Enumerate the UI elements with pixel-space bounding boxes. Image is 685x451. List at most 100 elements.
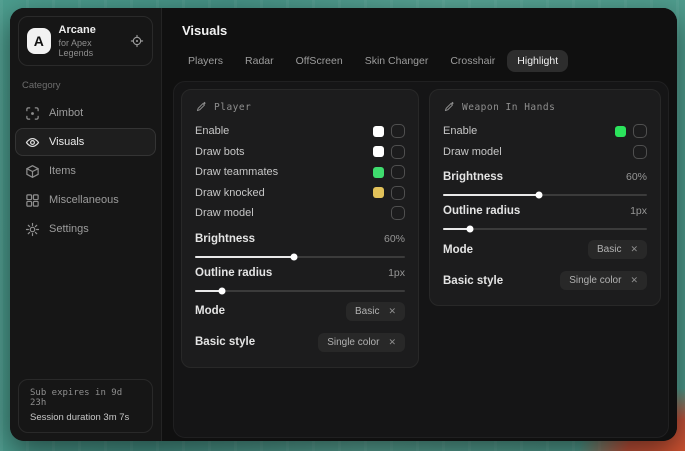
sidebar-item-label: Visuals xyxy=(49,136,84,148)
setting-row-mode: ModeBasic✕ xyxy=(195,300,405,323)
close-icon[interactable]: ✕ xyxy=(388,338,396,347)
slider-value: 1px xyxy=(388,267,405,279)
session-duration-text: Session duration 3m 7s xyxy=(30,412,141,423)
slider-label: Brightness xyxy=(443,171,503,183)
select-label: Basic style xyxy=(443,275,503,287)
setting-row-mode: Mode Basic✕ xyxy=(443,238,647,261)
select-mode[interactable]: Basic✕ xyxy=(346,302,405,321)
checkbox[interactable] xyxy=(391,206,405,220)
desktop-background: A Arcane for Apex Legends Category Aimbo… xyxy=(0,0,685,451)
color-swatch[interactable] xyxy=(373,187,384,198)
slider-fill xyxy=(195,256,294,258)
select-basic-style[interactable]: Single color ✕ xyxy=(560,271,647,290)
select-label: Mode xyxy=(443,244,473,256)
grid-icon xyxy=(25,193,40,208)
slider[interactable] xyxy=(443,194,647,196)
setting-label: Enable xyxy=(195,125,229,137)
setting-row-enable: Enable xyxy=(443,121,647,142)
setting-row-brightness: Brightness60% xyxy=(195,231,405,258)
eye-icon xyxy=(25,135,40,150)
select-basic-style[interactable]: Single color ✕ xyxy=(318,333,405,352)
tab-radar[interactable]: Radar xyxy=(235,50,284,72)
checkbox[interactable] xyxy=(391,165,405,179)
gear-icon xyxy=(25,222,40,237)
slider-value: 1px xyxy=(630,205,647,217)
close-icon[interactable]: ✕ xyxy=(388,307,396,316)
checkbox[interactable] xyxy=(391,186,405,200)
checkbox[interactable] xyxy=(391,145,405,159)
slider-thumb[interactable] xyxy=(535,192,542,199)
panel-title: Weapon In Hands xyxy=(462,102,555,113)
setting-label: Enable xyxy=(443,125,477,137)
panel-title: Player xyxy=(214,102,251,113)
slider[interactable] xyxy=(195,256,405,258)
content-container: PlayerEnableDraw botsDraw teammatesDraw … xyxy=(173,81,669,438)
setting-row-basic-style: Basic style Single color ✕ xyxy=(195,331,405,354)
select-value: Single color xyxy=(327,337,379,348)
wand-icon xyxy=(443,101,455,113)
color-swatch[interactable] xyxy=(373,126,384,137)
select-label: Basic style xyxy=(195,336,255,348)
sub-expiry-text: Sub expires in 9d 23h xyxy=(30,388,141,408)
subscription-card: Sub expires in 9d 23h Session duration 3… xyxy=(18,379,153,433)
select-value: Single color xyxy=(569,275,621,286)
setting-label: Draw teammates xyxy=(195,166,278,178)
setting-label: Draw model xyxy=(443,146,502,158)
setting-row-draw-knocked: Draw knocked xyxy=(195,183,405,204)
setting-row-basic-style: Basic style Single color ✕ xyxy=(443,269,647,292)
checkbox[interactable] xyxy=(391,124,405,138)
slider-label: Brightness xyxy=(195,233,255,245)
slider-label: Outline radius xyxy=(443,205,520,217)
sidebar-nav: Aimbot Visuals Items Miscellaneous Settings xyxy=(10,99,161,243)
slider-thumb[interactable] xyxy=(219,287,226,294)
close-icon[interactable]: ✕ xyxy=(630,245,638,254)
color-swatch[interactable] xyxy=(615,126,626,137)
setting-row-brightness: Brightness 60% xyxy=(443,169,647,196)
color-swatch[interactable] xyxy=(373,167,384,178)
slider-header: Brightness60% xyxy=(195,231,405,247)
tab-players[interactable]: Players xyxy=(178,50,233,72)
slider-header: Outline radius1px xyxy=(195,265,405,281)
sidebar-item-miscellaneous[interactable]: Miscellaneous xyxy=(15,186,156,214)
setting-row-enable: Enable xyxy=(195,121,405,142)
sidebar-item-label: Items xyxy=(49,165,76,177)
select-mode[interactable]: Basic✕ xyxy=(588,240,647,259)
app-title-block: Arcane for Apex Legends xyxy=(59,24,122,58)
slider-fill xyxy=(443,194,539,196)
category-label: Category xyxy=(22,80,149,91)
slider-header: Outline radius 1px xyxy=(443,203,647,219)
panel-player: PlayerEnableDraw botsDraw teammatesDraw … xyxy=(181,89,419,368)
slider-thumb[interactable] xyxy=(466,226,473,233)
app-subtitle: for Apex Legends xyxy=(59,38,122,58)
scope-gear-icon[interactable] xyxy=(130,34,144,48)
slider-thumb[interactable] xyxy=(290,253,297,260)
setting-row-outline-radius: Outline radius1px xyxy=(195,265,405,292)
app-header: A Arcane for Apex Legends xyxy=(18,16,153,66)
color-swatch[interactable] xyxy=(373,146,384,157)
app-name: Arcane xyxy=(59,24,122,36)
slider[interactable] xyxy=(195,290,405,292)
app-logo: A xyxy=(27,28,51,54)
tab-crosshair[interactable]: Crosshair xyxy=(440,50,505,72)
checkbox[interactable] xyxy=(633,124,647,138)
setting-controls xyxy=(615,124,647,138)
sidebar-item-visuals[interactable]: Visuals xyxy=(15,128,156,156)
setting-row-outline-radius: Outline radius 1px xyxy=(443,203,647,230)
tab-skin-changer[interactable]: Skin Changer xyxy=(355,50,439,72)
setting-controls xyxy=(373,124,405,138)
checkbox[interactable] xyxy=(633,145,647,159)
setting-label: Draw knocked xyxy=(195,187,265,199)
setting-controls xyxy=(373,165,405,179)
tab-offscreen[interactable]: OffScreen xyxy=(286,50,353,72)
slider-value: 60% xyxy=(626,171,647,183)
sidebar-item-items[interactable]: Items xyxy=(15,157,156,185)
panel-header: Player xyxy=(195,101,405,113)
setting-controls xyxy=(373,145,405,159)
sidebar-item-aimbot[interactable]: Aimbot xyxy=(15,99,156,127)
slider[interactable] xyxy=(443,228,647,230)
panel-weapon-in-hands: Weapon In Hands Enable Draw model Brightnes… xyxy=(429,89,661,306)
tab-highlight[interactable]: Highlight xyxy=(507,50,568,72)
sidebar-item-settings[interactable]: Settings xyxy=(15,215,156,243)
sidebar-item-label: Settings xyxy=(49,223,89,235)
close-icon[interactable]: ✕ xyxy=(630,276,638,285)
